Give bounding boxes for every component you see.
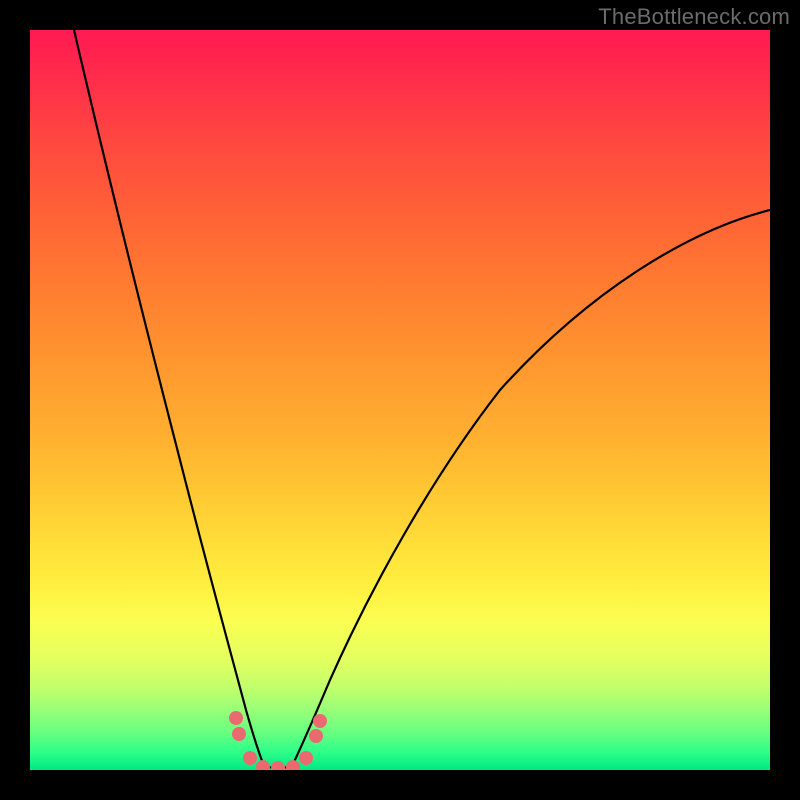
marker-dot [229, 711, 243, 725]
marker-dot [256, 760, 270, 770]
chart-frame: TheBottleneck.com [0, 0, 800, 800]
marker-dot [299, 751, 313, 765]
curve-right-branch [292, 210, 770, 766]
plot-area [30, 30, 770, 770]
watermark-text: TheBottleneck.com [598, 4, 790, 30]
curve-bottom [264, 766, 292, 768]
valley-markers [229, 711, 327, 770]
marker-dot [232, 727, 246, 741]
curve-layer [30, 30, 770, 770]
marker-dot [286, 760, 300, 770]
marker-dot [309, 729, 323, 743]
marker-dot [243, 751, 257, 765]
curve-left-branch [74, 30, 264, 766]
marker-dot [271, 761, 285, 770]
marker-dot [313, 714, 327, 728]
